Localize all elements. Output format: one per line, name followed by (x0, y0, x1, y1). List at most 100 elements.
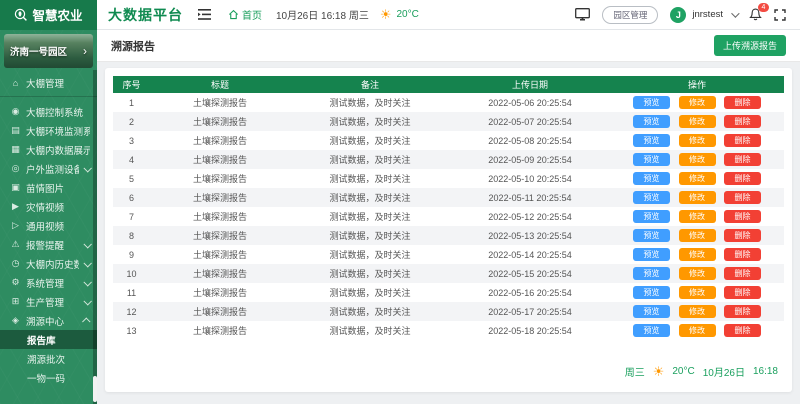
cell-no: 2 (113, 112, 150, 131)
edit-button[interactable]: 修改 (679, 134, 716, 147)
delete-button[interactable]: 删除 (724, 210, 761, 223)
edit-button[interactable]: 修改 (679, 153, 716, 166)
cell-actions: 预览 修改 删除 (610, 112, 784, 131)
sidebar-item-general-video[interactable]: ▷ 通用视频 (0, 216, 97, 235)
sidebar-item-greenhouse-control-system[interactable]: ◉ 大棚控制系统 (0, 102, 97, 121)
brand-logo: 智慧农业 (0, 0, 97, 30)
table-row: 8 土壤探测报告 测试数据，及时关注 2022-05-13 20:25:54 预… (113, 226, 784, 245)
chevron-right-icon: › (83, 44, 87, 58)
chart-icon: ▦ (10, 144, 21, 155)
sidebar-item-seedling-images[interactable]: ▣ 苗情图片 (0, 178, 97, 197)
cell-no: 8 (113, 226, 150, 245)
edit-button[interactable]: 修改 (679, 96, 716, 109)
main-content: 溯源报告 上传溯源报告 序号标题备注上传日期操作 1 土壤探测报告 测试数据，及… (97, 30, 800, 404)
delete-button[interactable]: 删除 (724, 191, 761, 204)
preview-button[interactable]: 预览 (633, 153, 670, 166)
cell-date: 2022-05-15 20:25:54 (450, 264, 610, 283)
table-row: 2 土壤探测报告 测试数据，及时关注 2022-05-07 20:25:54 预… (113, 112, 784, 131)
sidebar-item-greenhouse-data-display[interactable]: ▦ 大棚内数据展示 (0, 140, 97, 159)
sidebar-subitem-trace-batch[interactable]: 溯源批次 (0, 349, 97, 368)
sidebar-subitem-report-library[interactable]: 报告库 (0, 330, 97, 349)
preview-button[interactable]: 预览 (633, 134, 670, 147)
sidebar-item-greenhouse-history-data[interactable]: ◷ 大棚内历史数据 (0, 254, 97, 273)
edit-button[interactable]: 修改 (679, 267, 716, 280)
delete-button[interactable]: 删除 (724, 229, 761, 242)
chevron-down-icon[interactable] (731, 9, 739, 17)
camera-icon: ◎ (10, 163, 21, 174)
delete-button[interactable]: 删除 (724, 286, 761, 299)
edit-button[interactable]: 修改 (679, 191, 716, 204)
sidebar-item-system-management[interactable]: ⚙ 系统管理 (0, 273, 97, 292)
preview-button[interactable]: 预览 (633, 286, 670, 299)
cell-title: 土壤探测报告 (150, 112, 290, 131)
username[interactable]: jnrstest (692, 9, 723, 20)
delete-button[interactable]: 删除 (724, 172, 761, 185)
tab-home[interactable]: 首页 (228, 7, 262, 22)
table-row: 12 土壤探测报告 测试数据，及时关注 2022-05-17 20:25:54 … (113, 302, 784, 321)
video-icon: ▶ (10, 201, 21, 212)
park-name: 济南一号园区 (10, 44, 67, 58)
delete-button[interactable]: 删除 (724, 96, 761, 109)
image-icon: ▣ (10, 182, 21, 193)
sidebar-item-alarm-reminder[interactable]: ⚠ 报警提醒 (0, 235, 97, 254)
cell-title: 土壤探测报告 (150, 283, 290, 302)
avatar[interactable]: J (670, 7, 686, 23)
edit-button[interactable]: 修改 (679, 248, 716, 261)
delete-button[interactable]: 删除 (724, 305, 761, 318)
delete-button[interactable]: 删除 (724, 134, 761, 147)
cell-note: 测试数据，及时关注 (290, 283, 450, 302)
park-selector[interactable]: 济南一号园区 › (4, 34, 93, 68)
cell-note: 测试数据，及时关注 (290, 93, 450, 112)
column-header: 序号 (113, 76, 150, 93)
sidebar-item-outdoor-monitor-devices[interactable]: ◎ 户外监测设备 (0, 159, 97, 178)
sidebar-item-greenhouse-management[interactable]: ⌂ 大棚管理 (0, 73, 97, 92)
cell-no: 3 (113, 131, 150, 150)
edit-button[interactable]: 修改 (679, 305, 716, 318)
alert-icon: ⚠ (10, 239, 21, 250)
cell-no: 6 (113, 188, 150, 207)
edit-button[interactable]: 修改 (679, 210, 716, 223)
sidebar-divider (0, 96, 97, 97)
fullscreen-icon[interactable] (774, 9, 786, 21)
sidebar-item-greenhouse-env-monitor[interactable]: ▤ 大棚环境监测系统 (0, 121, 97, 140)
preview-button[interactable]: 预览 (633, 191, 670, 204)
edit-button[interactable]: 修改 (679, 172, 716, 185)
sidebar-item-production-management[interactable]: ⊞ 生产管理 (0, 292, 97, 311)
delete-button[interactable]: 删除 (724, 153, 761, 166)
sidebar-collapse-icon[interactable] (198, 9, 211, 20)
notification-bell[interactable]: 4 (749, 8, 762, 21)
cell-no: 7 (113, 207, 150, 226)
table-row: 9 土壤探测报告 测试数据，及时关注 2022-05-14 20:25:54 预… (113, 245, 784, 264)
history-icon: ◷ (10, 258, 21, 269)
footer-date: 10月26日 (703, 364, 745, 379)
edit-button[interactable]: 修改 (679, 286, 716, 299)
edit-button[interactable]: 修改 (679, 229, 716, 242)
preview-button[interactable]: 预览 (633, 115, 670, 128)
park-manage-button[interactable]: 园区管理 (602, 6, 658, 24)
sidebar-item-trace-center[interactable]: ◈ 溯源中心 (0, 311, 97, 330)
preview-button[interactable]: 预览 (633, 267, 670, 280)
delete-button[interactable]: 删除 (724, 267, 761, 280)
home-label: 首页 (242, 7, 262, 22)
delete-button[interactable]: 删除 (724, 324, 761, 337)
preview-button[interactable]: 预览 (633, 210, 670, 223)
preview-button[interactable]: 预览 (633, 229, 670, 242)
cell-actions: 预览 修改 删除 (610, 226, 784, 245)
sidebar-subitem-one-item-one-code[interactable]: 一物一码 (0, 368, 97, 387)
delete-button[interactable]: 删除 (724, 115, 761, 128)
upload-report-button[interactable]: 上传溯源报告 (714, 35, 786, 56)
preview-button[interactable]: 预览 (633, 96, 670, 109)
preview-button[interactable]: 预览 (633, 305, 670, 318)
preview-button[interactable]: 预览 (633, 248, 670, 261)
edit-button[interactable]: 修改 (679, 324, 716, 337)
cell-date: 2022-05-09 20:25:54 (450, 150, 610, 169)
delete-button[interactable]: 删除 (724, 248, 761, 261)
table-row: 6 土壤探测报告 测试数据，及时关注 2022-05-11 20:25:54 预… (113, 188, 784, 207)
preview-button[interactable]: 预览 (633, 172, 670, 185)
sidebar-item-disaster-video[interactable]: ▶ 灾情视频 (0, 197, 97, 216)
edit-button[interactable]: 修改 (679, 115, 716, 128)
screen-cast-icon[interactable] (575, 8, 590, 21)
preview-button[interactable]: 预览 (633, 324, 670, 337)
page-title: 溯源报告 (111, 38, 155, 54)
cell-title: 土壤探测报告 (150, 207, 290, 226)
